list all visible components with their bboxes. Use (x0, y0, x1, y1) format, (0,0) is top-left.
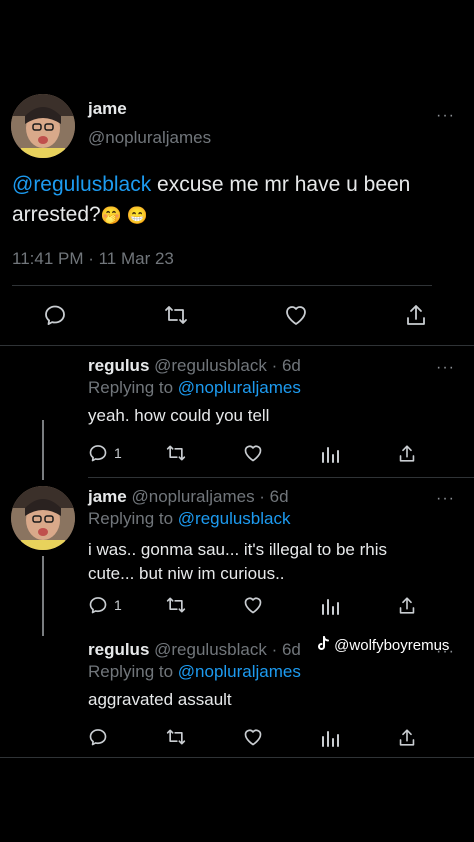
reply2-replying-link[interactable]: @regulusblack (178, 509, 291, 528)
thread-line-1 (42, 420, 44, 480)
reply2-actions: 1 (88, 595, 428, 617)
reply1-reply-icon[interactable] (88, 443, 108, 463)
retweet-icon[interactable] (163, 303, 189, 327)
main-divider-1 (12, 285, 432, 286)
reply3-text: aggravated assault (88, 690, 232, 709)
main-display-name[interactable]: jame (88, 99, 127, 119)
reply2-replying-to: Replying to @regulusblack (88, 509, 290, 529)
reply3-retweet-icon[interactable] (165, 727, 187, 747)
tiktok-icon (316, 636, 330, 652)
reply3-handle-time[interactable]: @regulusblack · 6d (154, 640, 301, 659)
reply2-replying-label: Replying to (88, 509, 178, 528)
reply1-divider (88, 477, 474, 478)
reply1-header: regulus @regulusblack · 6d (88, 356, 301, 376)
watermark: @wolfyboyremus (316, 636, 449, 654)
main-avatar[interactable] (11, 94, 75, 158)
reply3-replying-label: Replying to (88, 662, 178, 681)
reply2-views-icon[interactable] (320, 596, 340, 616)
reply2-reply-icon[interactable] (88, 595, 108, 615)
reply1-more-button[interactable]: ··· (436, 360, 455, 376)
reply3-like-icon[interactable] (242, 727, 264, 747)
reply2-reply-count: 1 (114, 597, 122, 613)
reply1-reply-count: 1 (114, 445, 122, 461)
reply2-share-icon[interactable] (397, 595, 417, 616)
main-emojis: 🤭 😁 (100, 206, 148, 225)
reply2-avatar[interactable] (11, 486, 75, 550)
reply3-actions (88, 727, 428, 749)
reply1-replying-label: Replying to (88, 378, 178, 397)
reply1-handle-time[interactable]: @regulusblack · 6d (154, 356, 301, 375)
reply1-replying-to: Replying to @nopluraljames (88, 378, 301, 398)
reply1-views-icon[interactable] (320, 444, 340, 464)
main-more-button[interactable]: ··· (436, 108, 455, 124)
share-icon[interactable] (404, 302, 428, 328)
reply2-handle-time[interactable]: @nopluraljames · 6d (131, 487, 288, 506)
thread-line-2 (42, 556, 44, 636)
watermark-text: @wolfyboyremus (334, 637, 450, 654)
reply1-like-icon[interactable] (242, 443, 264, 463)
reply3-display-name[interactable]: regulus (88, 640, 149, 659)
reply1-replying-link[interactable]: @nopluraljames (178, 378, 301, 397)
reply3-header: regulus @regulusblack · 6d (88, 640, 301, 660)
reply2-retweet-icon[interactable] (165, 595, 187, 615)
reply3-reply-icon[interactable] (88, 727, 108, 747)
reply1-text: yeah. how could you tell (88, 406, 270, 425)
reply3-share-icon[interactable] (397, 727, 417, 748)
reply1-share-icon[interactable] (397, 443, 417, 464)
reply2-header: jame @nopluraljames · 6d (88, 487, 289, 507)
reply2-display-name[interactable]: jame (88, 487, 127, 506)
main-mention-link[interactable]: @regulusblack (12, 173, 151, 196)
main-text-line1: excuse me mr have u been (151, 173, 411, 196)
main-timestamp[interactable]: 11:41 PM · 11 Mar 23 (12, 249, 174, 269)
reply3-divider (0, 757, 474, 758)
main-divider-2 (0, 345, 474, 346)
main-tweet-text: @regulusblack excuse me mr have u been a… (12, 170, 472, 231)
reply2-more-button[interactable]: ··· (436, 491, 455, 507)
reply1-actions: 1 (88, 443, 428, 465)
reply1-display-name[interactable]: regulus (88, 356, 149, 375)
reply1-retweet-icon[interactable] (165, 443, 187, 463)
like-icon[interactable] (283, 303, 309, 327)
reply-icon[interactable] (43, 303, 67, 327)
reply3-replying-link[interactable]: @nopluraljames (178, 662, 301, 681)
reply3-views-icon[interactable] (320, 728, 340, 748)
reply2-text-line1: i was.. gonma sau... it's illegal to be … (88, 540, 387, 559)
reply3-more-button[interactable]: ··· (436, 644, 455, 660)
reply2-like-icon[interactable] (242, 595, 264, 615)
reply2-text: i was.. gonma sau... it's illegal to be … (88, 538, 468, 586)
main-handle[interactable]: @nopluraljames (88, 128, 211, 148)
main-text-line2: arrested? (12, 203, 101, 226)
reply3-replying-to: Replying to @nopluraljames (88, 662, 301, 682)
reply2-text-line2: cute... but niw im curious.. (88, 564, 285, 583)
